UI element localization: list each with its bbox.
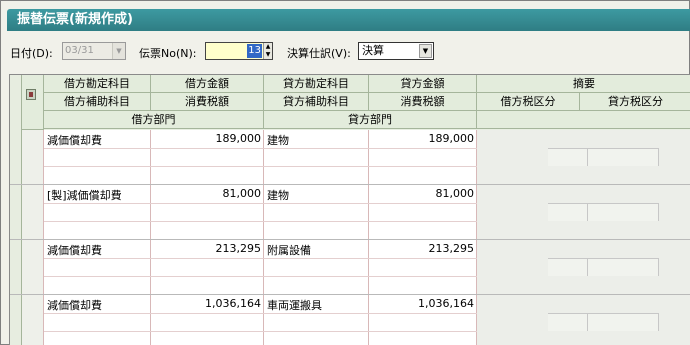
col-debit-tax-class: 借方税区分 bbox=[477, 93, 580, 111]
col-debit-tax: 消費税額 bbox=[151, 93, 264, 111]
col-credit-tax-class: 貸方税区分 bbox=[580, 93, 690, 111]
col-debit-account: 借方勘定科目 bbox=[44, 75, 151, 93]
closing-entry-select[interactable]: 決算 ▼ bbox=[358, 42, 434, 60]
journal-entry-row[interactable]: [製]減価償却費 81,000 建物 81,000 bbox=[10, 185, 690, 239]
debit-amount-cell[interactable]: 189,000 bbox=[151, 132, 262, 145]
grid-body: 減価償却費 189,000 建物 189,000 [製]減価償却費 81,000 bbox=[10, 130, 690, 345]
voucher-no-input[interactable]: 13 ▲ ▼ bbox=[205, 42, 273, 60]
credit-account-cell[interactable]: 建物 bbox=[267, 187, 289, 203]
col-debit-sub-account: 借方補助科目 bbox=[44, 93, 151, 111]
debit-account-cell[interactable]: 減価償却費 bbox=[47, 132, 102, 148]
credit-amount-cell[interactable]: 81,000 bbox=[369, 187, 475, 200]
col-credit-tax: 消費税額 bbox=[369, 93, 477, 111]
journal-entry-row[interactable]: 減価償却費 1,036,164 車両運搬具 1,036,164 bbox=[10, 295, 690, 345]
chevron-down-icon[interactable]: ▼ bbox=[112, 43, 125, 59]
credit-account-cell[interactable]: 建物 bbox=[267, 132, 289, 148]
col-credit-amount: 貸方金額 bbox=[369, 75, 477, 93]
spin-down-icon[interactable]: ▼ bbox=[264, 51, 272, 59]
col-credit-sub-account: 貸方補助科目 bbox=[264, 93, 369, 111]
closing-entry-label: 決算仕訳(V): bbox=[287, 47, 351, 60]
col-credit-account: 貸方勘定科目 bbox=[264, 75, 369, 93]
credit-amount-cell[interactable]: 1,036,164 bbox=[369, 297, 474, 310]
date-field[interactable]: 03/31 ▼ bbox=[62, 42, 126, 60]
journal-grid: 借方勘定科目 借方金額 貸方勘定科目 貸方金額 摘要 借方補助科目 消費税額 貸… bbox=[9, 74, 690, 345]
memo-header-cell bbox=[22, 75, 44, 130]
credit-account-cell[interactable]: 附属設備 bbox=[267, 242, 311, 258]
journal-entry-row[interactable]: 減価償却費 213,295 附属設備 213,295 bbox=[10, 240, 690, 294]
chevron-down-icon[interactable]: ▼ bbox=[419, 44, 432, 58]
debit-amount-cell[interactable]: 81,000 bbox=[151, 187, 262, 200]
debit-account-cell[interactable]: [製]減価償却費 bbox=[47, 187, 122, 203]
window-title: 振替伝票(新規作成) bbox=[7, 9, 690, 31]
spinner-icon[interactable]: ▲ ▼ bbox=[263, 43, 272, 59]
closing-entry-value: 決算 bbox=[362, 44, 384, 57]
col-credit-department: 貸方部門 bbox=[264, 111, 477, 129]
col-summary: 摘要 bbox=[477, 75, 690, 93]
grid-header: 借方勘定科目 借方金額 貸方勘定科目 貸方金額 摘要 借方補助科目 消費税額 貸… bbox=[10, 75, 690, 130]
voucher-no-label: 伝票No(N): bbox=[139, 47, 197, 60]
credit-amount-cell[interactable]: 213,295 bbox=[369, 242, 475, 255]
credit-account-cell[interactable]: 車両運搬具 bbox=[267, 297, 322, 313]
journal-entry-row[interactable]: 減価償却費 189,000 建物 189,000 bbox=[10, 130, 690, 184]
debit-account-cell[interactable]: 減価償却費 bbox=[47, 242, 102, 258]
credit-amount-cell[interactable]: 189,000 bbox=[369, 132, 475, 145]
date-label: 日付(D): bbox=[10, 47, 53, 60]
debit-account-cell[interactable]: 減価償却費 bbox=[47, 297, 102, 313]
date-value: 03/31 bbox=[65, 45, 94, 56]
debit-amount-cell[interactable]: 1,036,164 bbox=[151, 297, 261, 310]
voucher-toolbar: 日付(D): 03/31 ▼ 伝票No(N): 13 ▲ ▼ 決算仕訳(V): … bbox=[1, 39, 690, 65]
col-debit-department: 借方部門 bbox=[44, 111, 264, 129]
spin-up-icon[interactable]: ▲ bbox=[264, 43, 272, 51]
debit-amount-cell[interactable]: 213,295 bbox=[151, 242, 262, 255]
voucher-no-value: 13 bbox=[247, 44, 262, 58]
memo-icon[interactable] bbox=[26, 89, 36, 100]
col-debit-amount: 借方金額 bbox=[151, 75, 264, 93]
col-empty-header bbox=[477, 111, 690, 129]
voucher-window: 振替伝票(新規作成) 日付(D): 03/31 ▼ 伝票No(N): 13 ▲ … bbox=[0, 0, 690, 345]
